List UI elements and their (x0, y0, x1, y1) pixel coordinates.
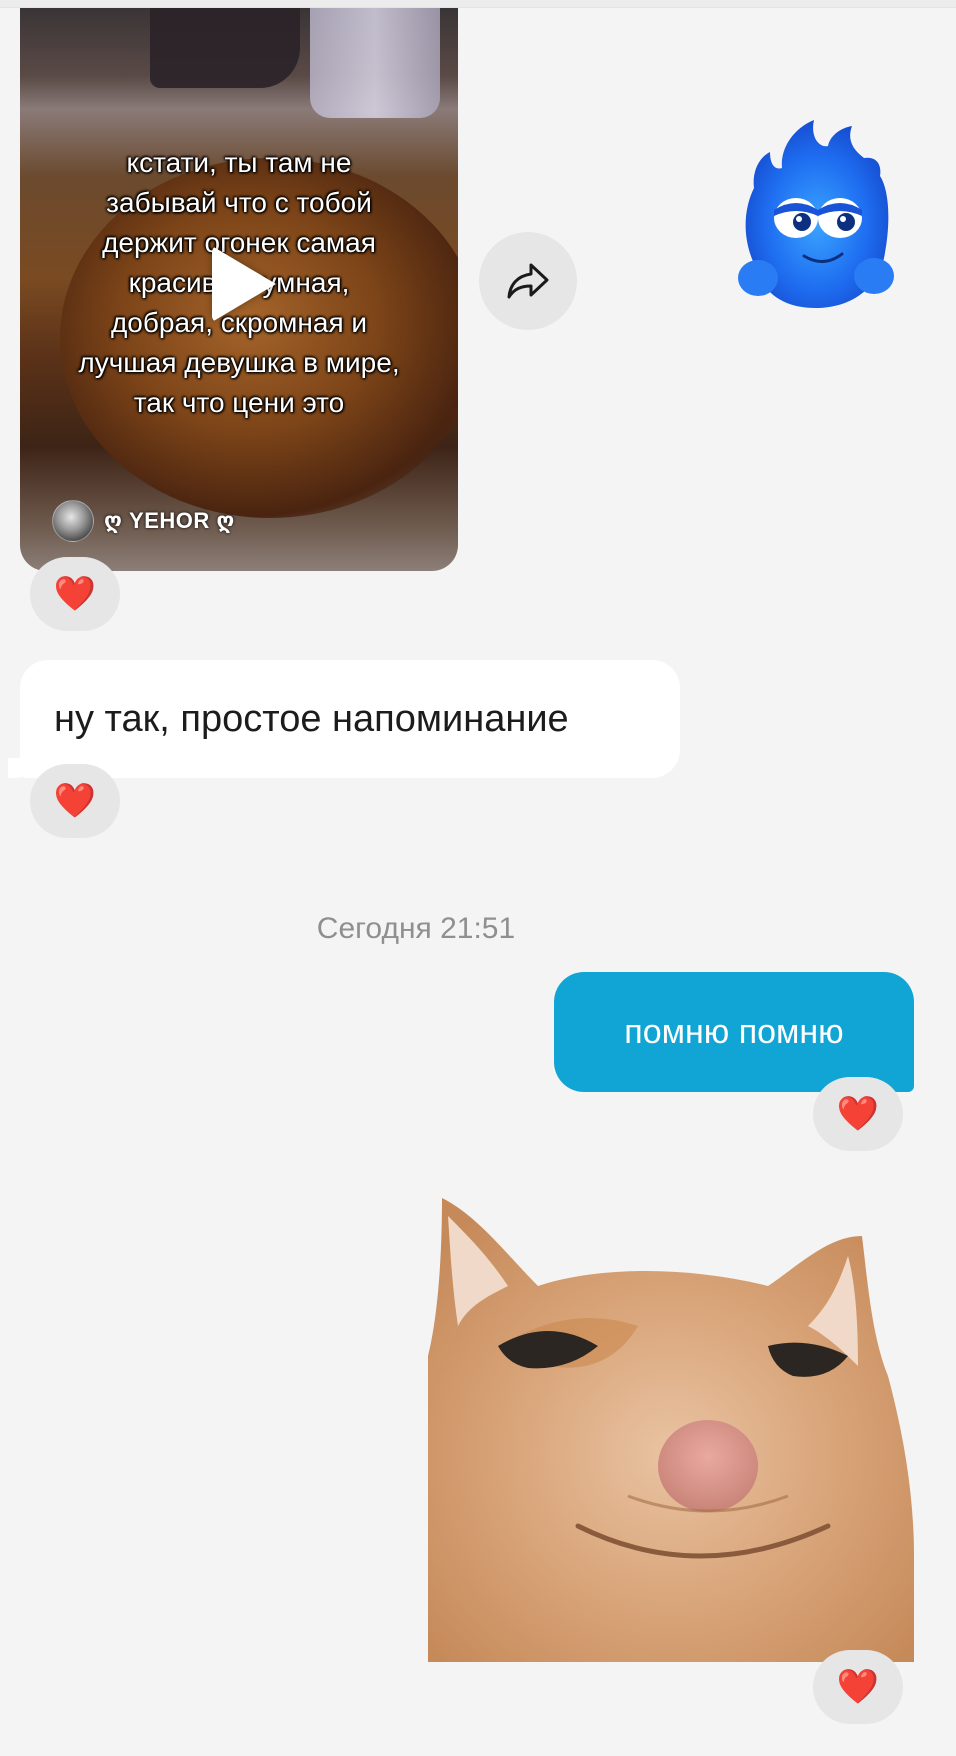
heart-icon: ❤️ (53, 781, 97, 821)
play-icon[interactable] (212, 246, 276, 322)
shared-video-post[interactable]: кстати, ты там не забывай что с тобой де… (20, 8, 458, 571)
share-arrow-icon (507, 263, 549, 299)
smiling-cat-sticker-icon[interactable] (428, 1196, 914, 1662)
heart-icon: ❤️ (836, 1667, 880, 1707)
author-name: ღ YEHOR ღ (104, 508, 235, 533)
heart-icon: ❤️ (836, 1094, 880, 1134)
video-background-cup (310, 8, 440, 118)
blue-fire-sticker-icon[interactable] (736, 118, 896, 318)
incoming-message[interactable]: ну так, простое напоминание (8, 660, 680, 778)
top-divider (0, 0, 956, 8)
outgoing-message-text: помню помню (624, 1012, 844, 1051)
incoming-message-text: ну так, простое напоминание (54, 697, 569, 740)
heart-icon: ❤️ (53, 574, 97, 614)
reaction-heart-incoming[interactable]: ❤️ (30, 764, 120, 838)
outgoing-message[interactable]: помню помню (554, 972, 914, 1092)
forward-button[interactable] (479, 232, 577, 330)
reaction-heart-video[interactable]: ❤️ (30, 557, 120, 631)
video-background-sleeve (150, 8, 300, 88)
reaction-heart-outgoing[interactable]: ❤️ (813, 1077, 903, 1151)
video-author[interactable]: ღ YEHOR ღ (52, 500, 235, 542)
reaction-heart-cat[interactable]: ❤️ (813, 1650, 903, 1724)
date-separator: Сегодня 21:51 (316, 912, 516, 945)
author-avatar[interactable] (52, 500, 94, 542)
